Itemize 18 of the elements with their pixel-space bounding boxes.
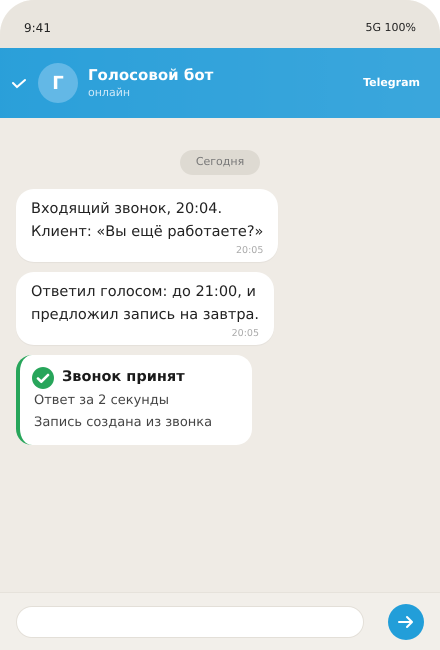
status-detail: Ответ за 2 секунды [33, 392, 170, 410]
check-circle-icon [32, 366, 54, 388]
message-time: 20:05 [236, 244, 264, 256]
message-time: 20:05 [232, 328, 260, 340]
message-text: Ответил голосом: до 21:00, и предложил запись на завтра. [31, 282, 260, 324]
message-text: Входящий звонок, 20:04. Клиент: «Вы ещё работаете?» [31, 200, 264, 242]
status-detail: Запись создана из звонка [33, 414, 212, 432]
chat-subtitle: онлайн [88, 85, 132, 101]
status-title: Звонок принят [62, 368, 185, 387]
arrow-right-icon [398, 614, 414, 628]
avatar: Г [38, 63, 78, 103]
send-button[interactable] [388, 604, 424, 640]
status-indicators: 5G 100% [366, 20, 416, 36]
platform-label: Telegram [363, 74, 420, 91]
message-input[interactable] [16, 606, 364, 638]
status-time: 9:41 [24, 20, 51, 37]
chat-title: Голосовой бот [88, 65, 214, 85]
date-chip: Сегодня [180, 150, 260, 174]
